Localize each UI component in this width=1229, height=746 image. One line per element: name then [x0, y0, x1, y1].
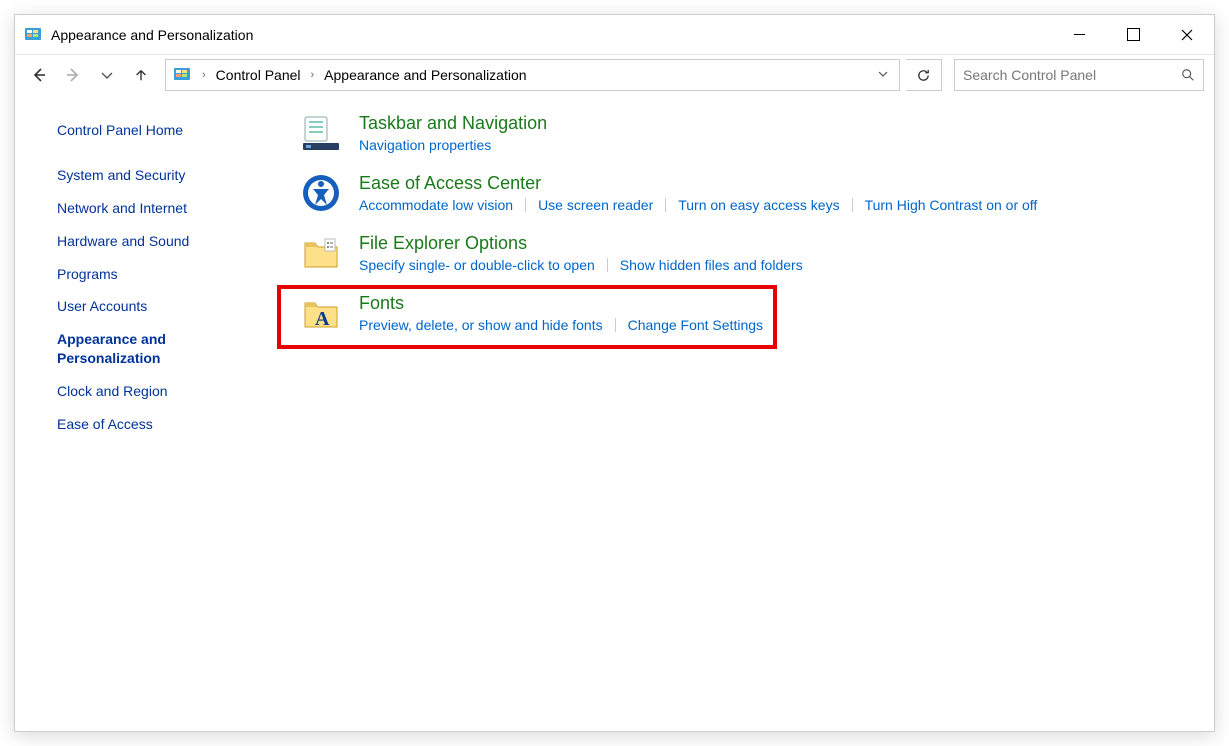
control-panel-window: Appearance and Personalization › — [14, 14, 1215, 732]
sidebar-item-clock-region[interactable]: Clock and Region — [57, 382, 261, 401]
maximize-button[interactable] — [1106, 15, 1160, 54]
link-show-hidden-files[interactable]: Show hidden files and folders — [620, 257, 803, 273]
window-title: Appearance and Personalization — [51, 27, 253, 43]
category-title[interactable]: Taskbar and Navigation — [359, 113, 547, 134]
search-input[interactable] — [955, 66, 1173, 84]
category-file-explorer-options: File Explorer Options Specify single- or… — [301, 233, 1204, 273]
recent-locations-button[interactable] — [93, 61, 121, 89]
control-panel-icon — [172, 65, 192, 85]
sidebar-item-hardware-sound[interactable]: Hardware and Sound — [57, 232, 261, 251]
link-use-screen-reader[interactable]: Use screen reader — [538, 197, 653, 213]
sidebar-item-appearance[interactable]: Appearance and Personalization — [57, 330, 261, 368]
main-panel: Taskbar and Navigation Navigation proper… — [275, 113, 1214, 731]
window-controls — [1052, 15, 1214, 54]
category-title[interactable]: Ease of Access Center — [359, 173, 1037, 194]
sidebar-item-programs[interactable]: Programs — [57, 265, 261, 284]
breadcrumb-appearance[interactable]: Appearance and Personalization — [320, 65, 530, 85]
navigation-toolbar: › Control Panel › Appearance and Persona… — [15, 55, 1214, 99]
search-icon[interactable] — [1173, 68, 1203, 82]
highlight-box — [277, 285, 777, 349]
sidebar-home[interactable]: Control Panel Home — [57, 121, 261, 140]
app-icon — [23, 25, 43, 45]
sidebar-item-network-internet[interactable]: Network and Internet — [57, 199, 261, 218]
title-bar: Appearance and Personalization — [15, 15, 1214, 55]
taskbar-icon — [301, 113, 341, 153]
link-turn-on-easy-access-keys[interactable]: Turn on easy access keys — [678, 197, 839, 213]
sidebar: Control Panel Home System and Security N… — [15, 113, 275, 731]
sidebar-item-system-security[interactable]: System and Security — [57, 166, 261, 185]
link-turn-high-contrast[interactable]: Turn High Contrast on or off — [865, 197, 1038, 213]
breadcrumb-control-panel[interactable]: Control Panel — [212, 65, 305, 85]
back-button[interactable] — [25, 61, 53, 89]
minimize-button[interactable] — [1052, 15, 1106, 54]
address-dropdown-button[interactable] — [871, 67, 895, 84]
refresh-button[interactable] — [906, 59, 942, 91]
folder-options-icon — [301, 233, 341, 273]
link-accommodate-low-vision[interactable]: Accommodate low vision — [359, 197, 513, 213]
link-single-double-click[interactable]: Specify single- or double-click to open — [359, 257, 595, 273]
sidebar-item-ease-of-access[interactable]: Ease of Access — [57, 415, 261, 434]
ease-of-access-icon — [301, 173, 341, 213]
category-ease-of-access: Ease of Access Center Accommodate low vi… — [301, 173, 1204, 213]
category-title[interactable]: File Explorer Options — [359, 233, 803, 254]
up-button[interactable] — [127, 61, 155, 89]
close-button[interactable] — [1160, 15, 1214, 54]
chevron-right-icon[interactable]: › — [305, 69, 321, 81]
address-bar[interactable]: › Control Panel › Appearance and Persona… — [165, 59, 900, 91]
search-box[interactable] — [954, 59, 1204, 91]
link-navigation-properties[interactable]: Navigation properties — [359, 137, 491, 153]
sidebar-item-user-accounts[interactable]: User Accounts — [57, 297, 261, 316]
forward-button[interactable] — [59, 61, 87, 89]
content-area: Control Panel Home System and Security N… — [15, 99, 1214, 731]
chevron-right-icon[interactable]: › — [196, 69, 212, 81]
category-taskbar-navigation: Taskbar and Navigation Navigation proper… — [301, 113, 1204, 153]
